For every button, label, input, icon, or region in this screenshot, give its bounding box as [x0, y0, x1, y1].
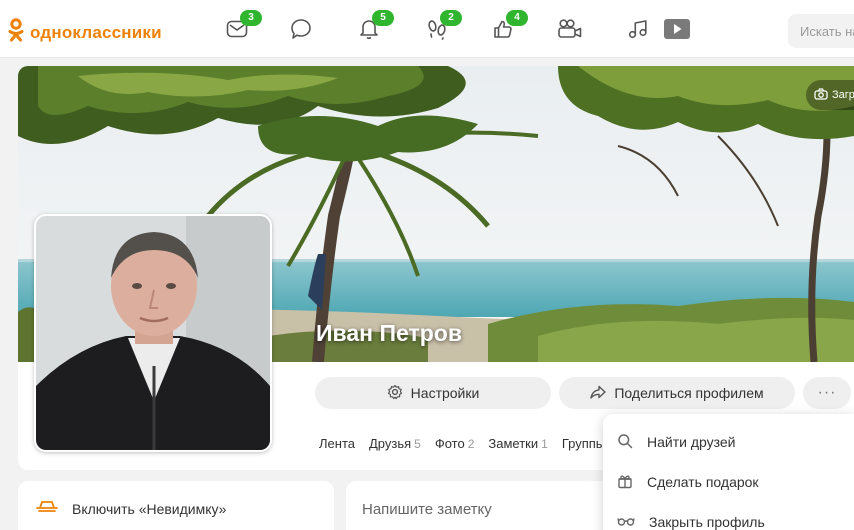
notes-count: 1 — [541, 437, 548, 451]
top-bar: одноклассники 3 5 2 4 — [0, 0, 854, 58]
nav-events[interactable]: 4 — [490, 10, 528, 44]
events-badge: 4 — [506, 10, 528, 26]
nav-music[interactable] — [625, 18, 651, 44]
invisible-mode-card[interactable]: Включить «Невидимку» — [18, 481, 334, 530]
music-note-icon — [627, 18, 649, 45]
menu-item-label: Найти друзей — [647, 434, 736, 450]
settings-label: Настройки — [410, 385, 480, 401]
invisible-mode-icon — [36, 498, 58, 519]
ok-logo-icon — [8, 18, 24, 47]
tab-photos[interactable]: Фото 2 — [435, 436, 475, 451]
glasses-icon — [617, 514, 635, 530]
nav-messages[interactable]: 3 — [224, 10, 262, 44]
cover-upload-label: Загрузить обложку — [832, 89, 854, 101]
photos-count: 2 — [467, 437, 475, 451]
camera-icon — [814, 87, 828, 103]
more-options-button[interactable]: ··· — [803, 377, 851, 409]
messages-badge: 3 — [240, 10, 262, 26]
menu-item-label: Сделать подарок — [647, 474, 759, 490]
more-options-menu: Найти друзей Сделать подарок Закрыть про… — [603, 414, 854, 530]
cover-upload-button[interactable]: Загрузить обложку — [806, 80, 854, 110]
logo[interactable]: одноклассники — [8, 18, 162, 47]
profile-card: Загрузить обложку Иван Петров — [18, 66, 854, 470]
chat-bubble-icon — [290, 18, 312, 45]
menu-item-make-gift[interactable]: Сделать подарок — [603, 462, 854, 502]
search-input[interactable] — [788, 14, 854, 48]
gift-icon — [617, 473, 633, 492]
nav-discussions[interactable] — [288, 18, 314, 44]
video-camera-icon — [557, 18, 583, 45]
logo-text: одноклассники — [30, 22, 162, 42]
nav-play[interactable] — [664, 18, 690, 44]
tab-feed[interactable]: Лента — [319, 436, 355, 451]
play-icon — [664, 18, 690, 45]
search-icon — [617, 433, 633, 452]
invisible-mode-toggle[interactable]: Включить «Невидимку» — [36, 498, 226, 519]
avatar[interactable] — [34, 214, 272, 452]
notifications-badge: 5 — [372, 10, 394, 26]
avatar-photo — [36, 216, 270, 450]
menu-item-label: Закрыть профиль — [649, 514, 765, 530]
profile-name: Иван Петров — [316, 320, 462, 346]
friends-count: 5 — [414, 437, 421, 451]
nav-video[interactable] — [557, 18, 583, 44]
tab-notes[interactable]: Заметки 1 — [488, 436, 547, 451]
nav-guests[interactable]: 2 — [424, 10, 462, 44]
nav-notifications[interactable]: 5 — [356, 10, 394, 44]
settings-button[interactable]: Настройки — [315, 377, 551, 409]
tab-friends[interactable]: Друзья 5 — [369, 436, 421, 451]
tab-groups[interactable]: Группы — [562, 436, 605, 451]
share-profile-button[interactable]: Поделиться профилем — [559, 377, 795, 409]
note-input[interactable] — [362, 501, 592, 518]
guests-badge: 2 — [440, 10, 462, 26]
share-profile-label: Поделиться профилем — [614, 385, 764, 401]
profile-tabs: Лента Друзья 5 Фото 2 Заметки 1 Группы — [319, 436, 605, 451]
menu-item-find-friends[interactable]: Найти друзей — [603, 422, 854, 462]
invisible-mode-label: Включить «Невидимку» — [72, 500, 227, 517]
gear-icon — [387, 384, 403, 403]
share-arrow-icon — [590, 385, 607, 402]
menu-item-close-profile[interactable]: Закрыть профиль — [603, 502, 854, 530]
